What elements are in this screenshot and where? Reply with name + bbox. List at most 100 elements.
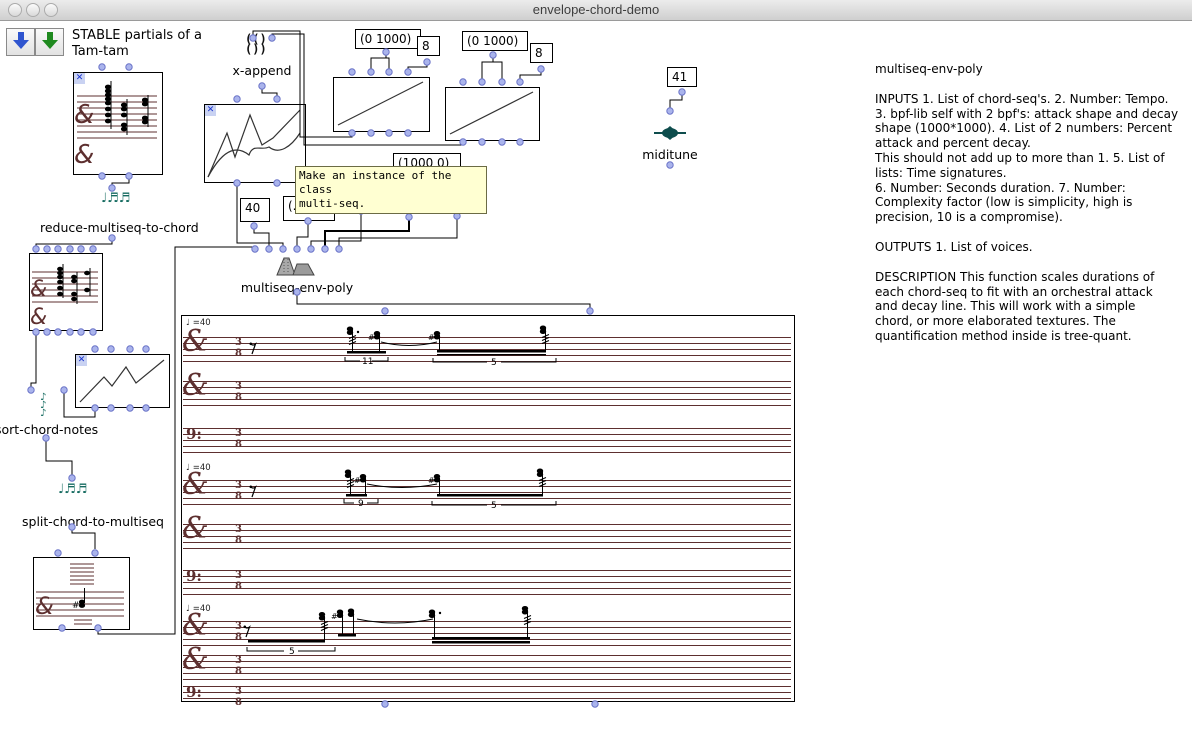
lock-x-icon[interactable]: ✕ (76, 355, 87, 366)
connection-dot[interactable] (322, 246, 328, 252)
connection-dot[interactable] (44, 246, 50, 252)
bass-clef-icon: 9: (186, 425, 202, 443)
tempo-mark: ♩ =40 (186, 604, 211, 614)
connection-dot[interactable] (109, 235, 115, 241)
miditune-icon[interactable] (653, 124, 687, 142)
connection-dot[interactable] (308, 246, 314, 252)
bpf-lib-box[interactable] (204, 104, 306, 183)
connection-dot[interactable] (252, 246, 258, 252)
connection-dot[interactable] (67, 246, 73, 252)
value-box[interactable]: 8 (417, 36, 440, 56)
connection-dot[interactable] (383, 49, 389, 55)
lisp-parens-icon[interactable]: (()()) (245, 34, 267, 54)
connection-dot[interactable] (667, 162, 673, 168)
connection-dot[interactable] (294, 246, 300, 252)
connection-dot[interactable] (234, 96, 240, 102)
connection-dot[interactable] (127, 346, 133, 352)
ts-numerator: 3 (235, 571, 242, 581)
connection-dot[interactable] (460, 79, 466, 85)
patch-cable (520, 69, 541, 82)
bpf-box[interactable] (75, 354, 170, 408)
ramp-bpf-box-2[interactable] (445, 87, 540, 141)
connection-dot[interactable] (251, 223, 257, 229)
svg-text:&: & (74, 140, 94, 170)
value-box[interactable]: (0 1000) (355, 29, 421, 49)
x-append-label[interactable]: x-append (230, 63, 294, 78)
value-box[interactable]: (0 1000) (462, 31, 528, 51)
connection-dot[interactable] (108, 346, 114, 352)
connection-dot[interactable] (368, 69, 374, 75)
ts-numerator: 3 (235, 382, 242, 392)
connection-dot[interactable] (126, 64, 132, 70)
connection-dot[interactable] (587, 308, 593, 314)
connection-dot[interactable] (92, 550, 98, 556)
connection-dot[interactable] (405, 69, 411, 75)
treble-clef-icon: & (182, 511, 209, 546)
connection-dot[interactable] (386, 69, 392, 75)
connection-dot[interactable] (55, 550, 61, 556)
sort-chord-notes-label[interactable]: sort-chord-notes (0, 422, 105, 437)
treble-clef-icon: & (182, 368, 209, 403)
titlebar[interactable]: envelope-chord-demo (0, 0, 1192, 21)
multiseq-env-poly-label[interactable]: multiseq-env-poly (237, 280, 357, 295)
connection-dot[interactable] (61, 387, 67, 393)
connection-dot[interactable] (490, 52, 496, 58)
split-chord-to-multiseq-label[interactable]: split-chord-to-multiseq (18, 514, 168, 529)
mini-score: & & (30, 254, 100, 328)
reduce-multiseq-to-chord-label[interactable]: reduce-multiseq-to-chord (40, 220, 196, 235)
connection-dot[interactable] (382, 308, 388, 314)
connection-dot[interactable] (92, 346, 98, 352)
connection-dot[interactable] (499, 79, 505, 85)
ts-numerator: 3 (235, 687, 242, 697)
blue-down-arrow-button[interactable] (6, 28, 35, 56)
connection-dot[interactable] (269, 35, 275, 41)
score-staff: 9:38 (183, 428, 791, 453)
score-staff: &38 (183, 480, 791, 505)
connection-dot[interactable] (28, 387, 34, 393)
doc-title: multiseq-env-poly (875, 62, 1190, 77)
score-staff: &38 (183, 655, 791, 680)
connection-dot[interactable] (280, 246, 286, 252)
connection-dot[interactable] (55, 246, 61, 252)
green-down-arrow-button[interactable] (35, 28, 64, 56)
ramp-bpf-box-1[interactable] (333, 77, 430, 132)
chord-box[interactable]: & # (33, 557, 130, 630)
patch-cable (262, 86, 277, 99)
chord-seq-box-2[interactable]: & & (29, 253, 103, 331)
connection-dot[interactable] (679, 89, 685, 95)
miditune-label[interactable]: miditune (640, 147, 700, 162)
connection-dot[interactable] (143, 346, 149, 352)
svg-text:&: & (35, 592, 54, 620)
connection-dot[interactable] (517, 79, 523, 85)
patch-cable (339, 216, 457, 249)
connection-dot[interactable] (274, 96, 280, 102)
envelope-trapezoid-icon[interactable] (276, 255, 320, 277)
value-box[interactable]: 40 (240, 198, 270, 222)
value-box[interactable]: 41 (667, 67, 697, 87)
patch-cable (297, 221, 308, 249)
connection-dot[interactable] (266, 246, 272, 252)
lock-x-icon[interactable]: ✕ (74, 73, 85, 84)
ts-denominator: 8 (235, 582, 242, 592)
connection-dot[interactable] (90, 246, 96, 252)
connection-dot[interactable] (33, 246, 39, 252)
connection-dot[interactable] (99, 64, 105, 70)
ramp-line (334, 78, 427, 129)
ts-denominator: 8 (235, 536, 242, 546)
connection-dot[interactable] (406, 214, 412, 220)
connection-dot[interactable] (349, 69, 355, 75)
connection-dot[interactable] (78, 246, 84, 252)
value-box[interactable]: 8 (530, 43, 553, 63)
connection-dot[interactable] (259, 83, 265, 89)
chord-seq-box-1[interactable]: & & (73, 72, 163, 175)
connection-dot[interactable] (69, 475, 75, 481)
connection-dot[interactable] (538, 66, 544, 72)
connection-dot[interactable] (667, 108, 673, 114)
connection-dot[interactable] (479, 79, 485, 85)
connection-dot[interactable] (336, 246, 342, 252)
connection-dot[interactable] (424, 59, 430, 65)
patch-cable (46, 438, 72, 478)
score-staff: &38 (183, 524, 791, 549)
ts-numerator: 3 (235, 338, 242, 348)
lock-x-icon[interactable]: ✕ (205, 105, 216, 116)
